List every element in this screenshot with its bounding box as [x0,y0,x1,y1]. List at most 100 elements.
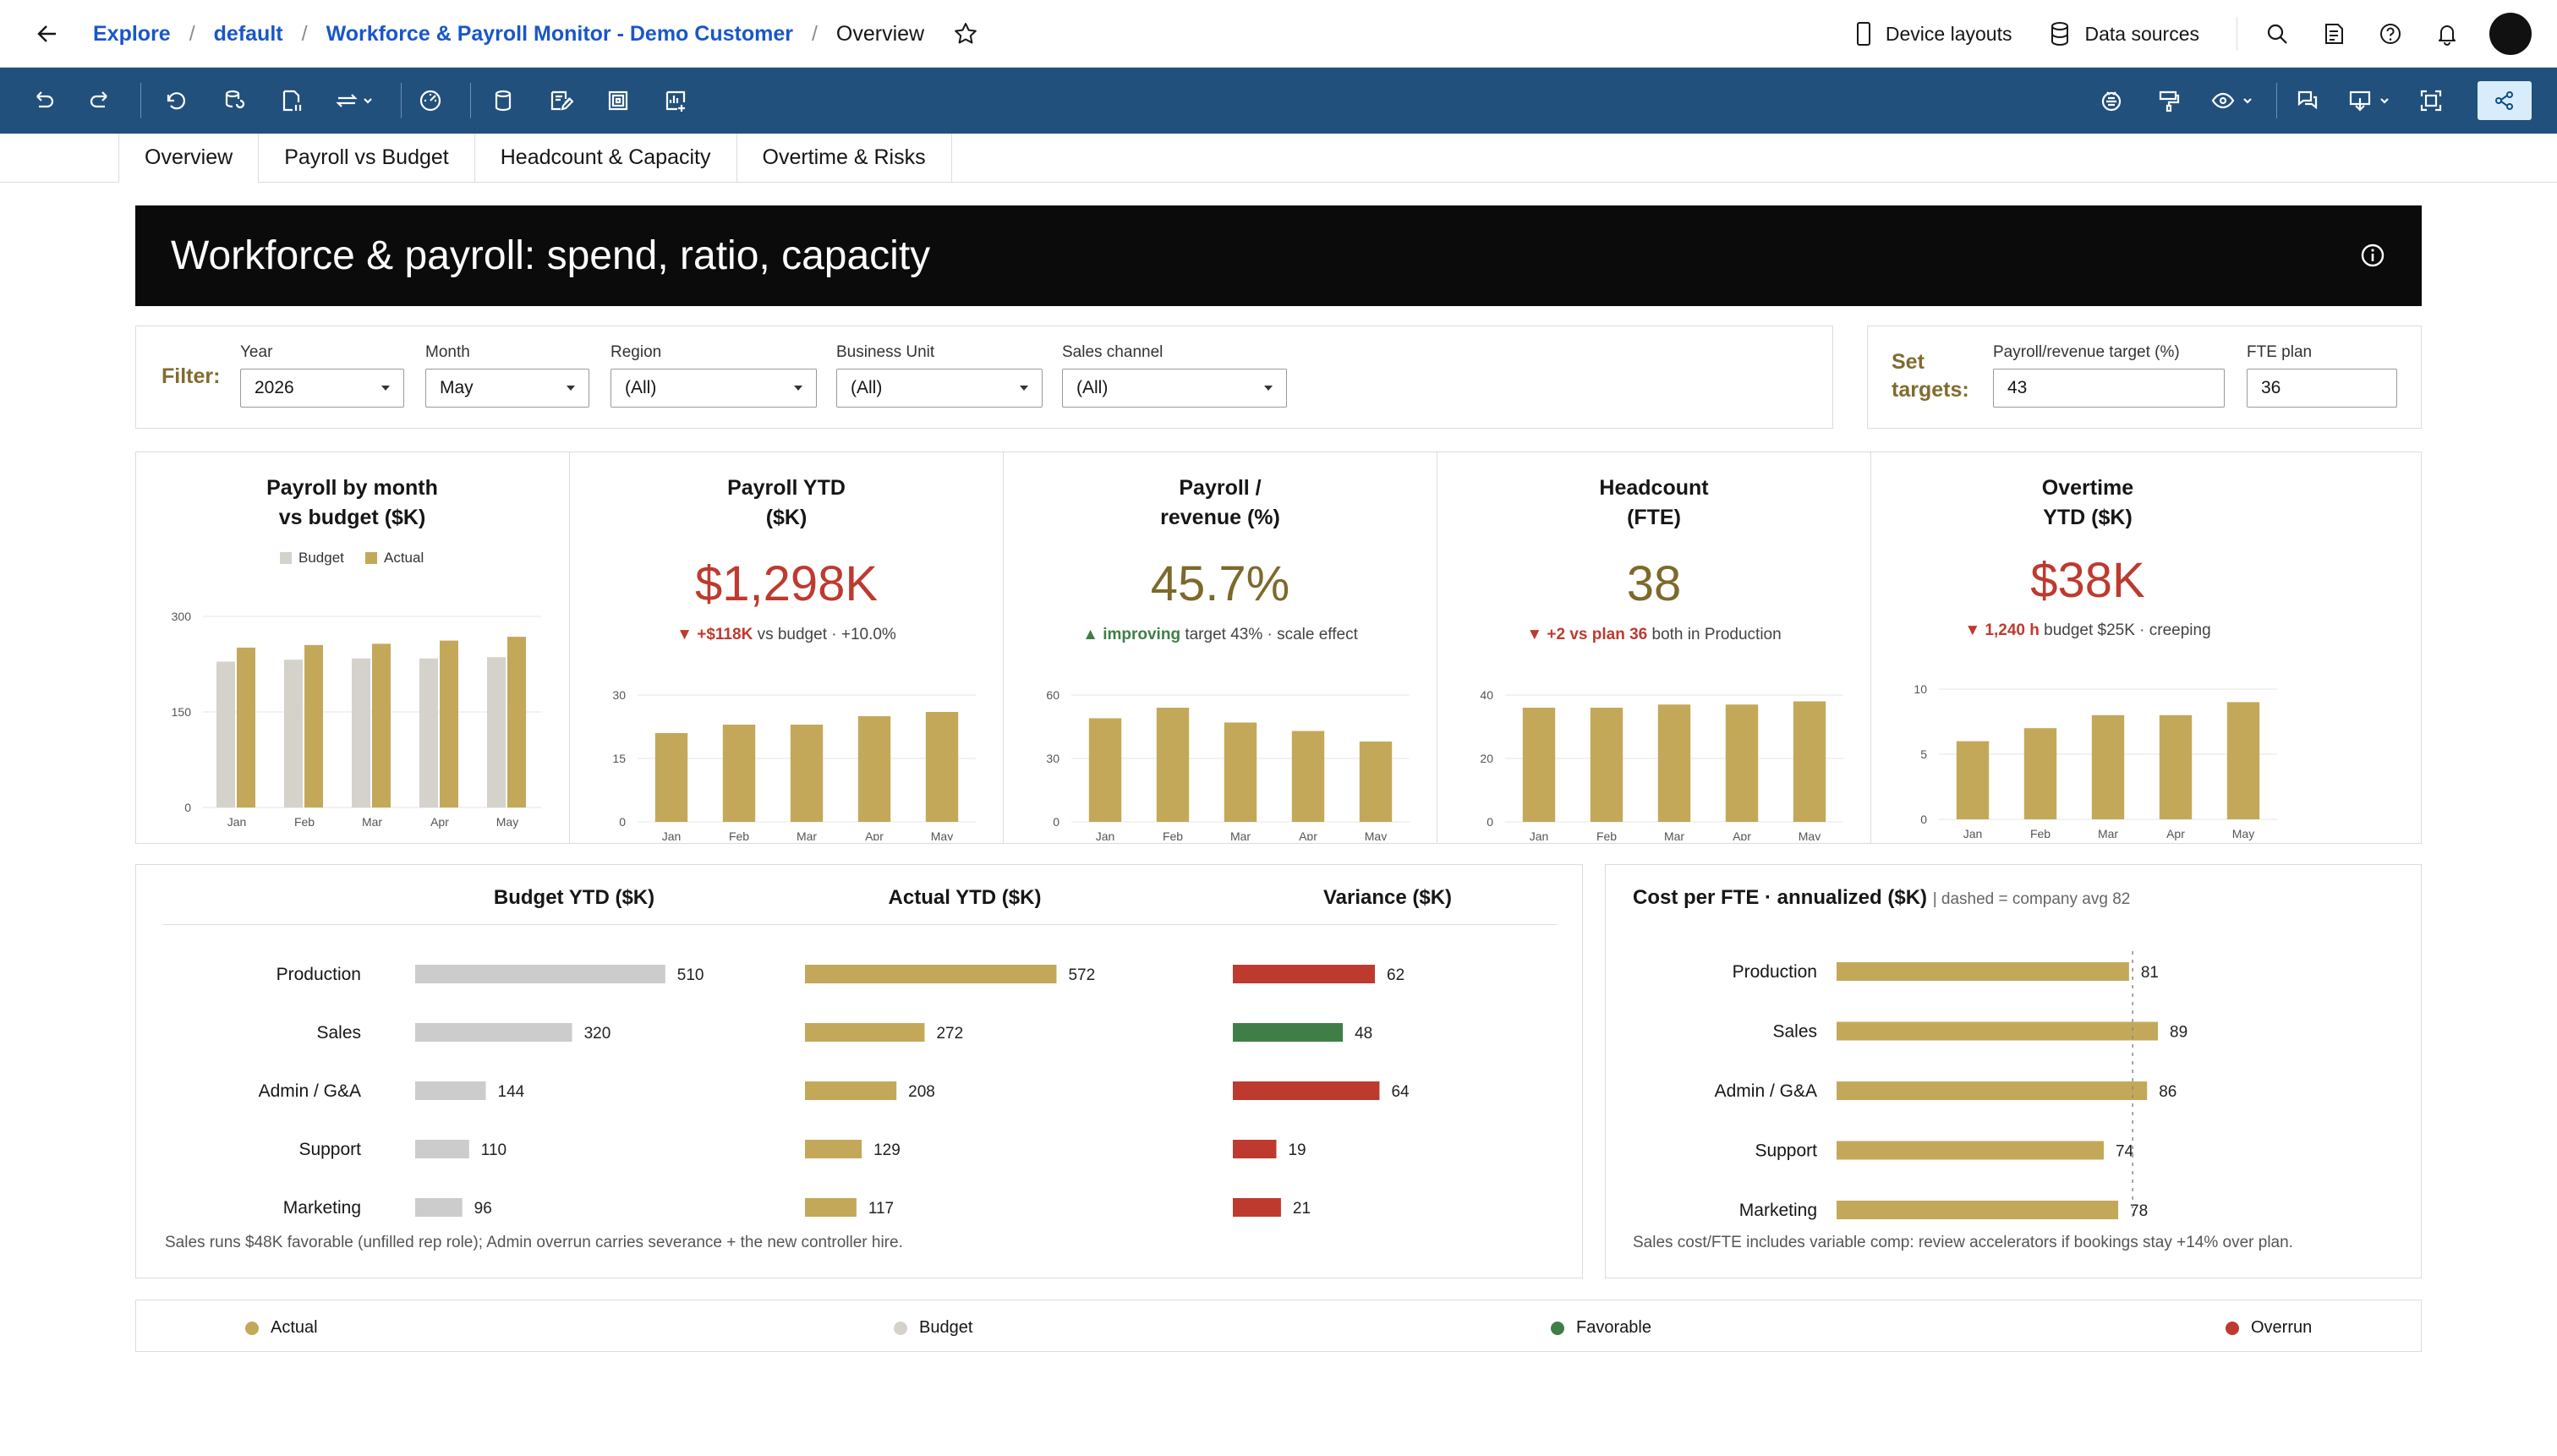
actual-value-label: 208 [908,1083,935,1101]
breadcrumb-dashboard[interactable]: Workforce & Payroll Monitor - Demo Custo… [326,22,793,47]
x-tick-label: Apr [2166,827,2185,840]
tab-overview[interactable]: Overview [118,134,260,183]
dashboard-banner: Workforce & payroll: spend, ratio, capac… [135,205,2422,306]
row-label: Production [277,965,361,984]
presentation-mode-icon[interactable] [2415,85,2447,117]
notes-icon[interactable] [2319,19,2348,48]
target-fte-plan-input[interactable]: 36 [2247,369,2397,408]
pause-update-icon[interactable] [276,85,308,117]
data-sources-label: Data sources [2084,22,2199,45]
variance-bar [1233,965,1376,983]
kpi-title-line2: ($K) [765,506,808,529]
cost-per-fte-title: Cost per FTE · annualized ($K) | dashed … [1633,886,2130,910]
info-icon[interactable] [2359,242,2386,269]
cost-value-label: 86 [2159,1083,2176,1101]
filter-business-unit-select[interactable]: (All) [836,369,1043,408]
comments-icon[interactable] [2291,85,2324,117]
filter-region-select[interactable]: (All) [611,369,817,408]
x-tick-label: May [1365,829,1387,840]
new-worksheet-icon[interactable] [545,85,577,117]
budget-bar [415,1198,463,1217]
filter-business-unit: Business Unit (All) [836,343,1043,408]
refresh-data-icon[interactable] [218,85,250,117]
help-icon[interactable] [2376,19,2405,48]
filter-year: Year 2026 [240,343,404,408]
variance-value-label: 62 [1387,966,1404,984]
filter-sales-channel-select[interactable]: (All) [1062,369,1287,408]
user-avatar[interactable] [2489,13,2532,55]
bar-value [925,712,959,822]
legend-dot [1551,1321,1564,1335]
target-payroll-ratio-input[interactable]: 43 [1993,369,2225,408]
filter-region-value: (All) [625,378,657,397]
x-tick-label: Mar [362,815,382,829]
filter-label: Filter: [162,364,221,388]
device-layouts-button[interactable]: Device layouts [1855,21,2012,47]
budget-value-label: 96 [474,1200,492,1218]
bar-value [1725,704,1759,822]
bar-value [790,725,824,822]
actual-bar [805,1140,862,1158]
row-label: Support [1755,1141,1817,1161]
swap-dropdown-icon[interactable] [331,85,381,117]
filter-year-select[interactable]: 2026 [240,369,404,408]
kpi-delta-note: vs budget · +10.0% [753,626,896,643]
legend-budget: Budget [894,1318,972,1338]
actual-bar [805,1023,925,1042]
redo-icon[interactable] [85,85,117,117]
share-icon [2495,91,2513,110]
tab-overtime-risks[interactable]: Overtime & Risks [736,134,952,183]
data-guide-icon[interactable] [2095,85,2127,117]
target-fte-plan-value: 36 [2261,378,2281,397]
y-tick-label: 150 [172,705,192,719]
tab-headcount-capacity[interactable]: Headcount & Capacity [474,134,737,183]
view-options-dropdown-icon[interactable] [2209,85,2261,117]
variance-bar [1233,1140,1277,1158]
star-icon[interactable] [953,20,980,47]
kpi-value: $1,298K [694,556,879,611]
breadcrumb-explore[interactable]: Explore [93,22,171,47]
y-tick-label: 40 [1480,688,1493,702]
filter-business-unit-label: Business Unit [836,343,935,361]
kpi-title: Payroll YTD ($K) [570,473,1003,533]
kpi-delta: ▲ improving [1082,626,1181,643]
filter-sales-channel: Sales channel (All) [1062,343,1287,408]
cost-panel-subtitle: | dashed = company avg 82 [1932,890,2131,908]
legend-label: Budget [298,550,344,566]
performance-gauge-icon[interactable] [414,85,446,117]
search-icon[interactable] [2263,19,2291,48]
new-story-icon[interactable] [660,85,692,117]
bar-budget [216,661,235,807]
budget-bar [415,1140,469,1158]
bar-value [1359,742,1393,822]
share-button[interactable] [2478,81,2532,120]
back-arrow-icon[interactable] [32,19,63,49]
download-dropdown-icon[interactable] [2346,85,2398,117]
cost-bar [1837,1081,2148,1100]
kpi-headcount: Headcount (FTE) 38 ▼ +2 vs plan 36 both … [1437,452,1870,844]
row-label: Sales [316,1023,361,1043]
bar-budget [419,658,438,807]
filter-month-select[interactable]: May [425,369,589,408]
cost-value-label: 89 [2170,1024,2187,1042]
data-sources-button[interactable]: Data sources [2049,21,2199,47]
undo-icon[interactable] [27,85,59,117]
format-workbook-icon[interactable] [2153,85,2185,117]
budget-value-label: 320 [584,1025,611,1043]
bar-value [722,725,756,822]
budget-column-header: Budget YTD ($K) [493,886,655,909]
actual-column-header: Actual YTD ($K) [888,886,1042,909]
variance-bar [1233,1023,1344,1042]
new-dashboard-icon[interactable] [602,85,634,117]
bar-value [654,733,688,822]
notification-bell-icon[interactable] [2433,19,2461,48]
breadcrumb-default[interactable]: default [214,22,283,47]
revert-icon[interactable] [159,85,191,117]
bar-value [1657,704,1691,822]
device-layouts-label: Device layouts [1885,22,2012,45]
kpi-subtext: ▼ +$118K vs budget · +10.0% [570,626,1003,644]
new-data-source-icon[interactable] [487,85,519,117]
y-tick-label: 30 [612,688,626,702]
tab-payroll-vs-budget[interactable]: Payroll vs Budget [258,134,475,183]
x-tick-label: Mar [797,829,817,840]
